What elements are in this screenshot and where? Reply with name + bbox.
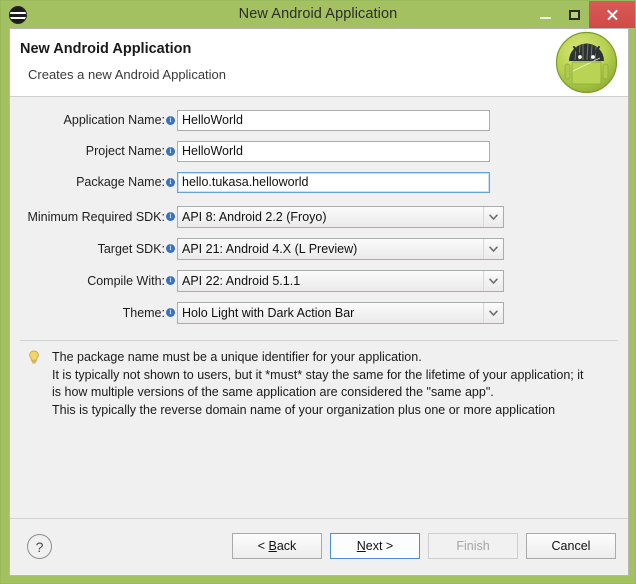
info-icon[interactable] <box>166 210 175 221</box>
chevron-down-icon <box>483 238 503 259</box>
hint-separator <box>20 340 618 341</box>
target-sdk-value: API 21: Android 4.X (L Preview) <box>182 241 358 256</box>
window-controls <box>531 1 635 28</box>
project-name-label: Project Name: <box>85 144 165 158</box>
info-icon[interactable] <box>166 145 175 156</box>
minimize-button[interactable] <box>531 1 560 28</box>
compile-with-value: API 22: Android 5.1.1 <box>182 273 301 288</box>
info-icon[interactable] <box>166 274 175 285</box>
theme-dropdown[interactable]: Holo Light with Dark Action Bar <box>177 301 504 324</box>
new-android-application-window: New Android Application New Android Appl… <box>0 0 636 584</box>
close-icon <box>606 9 618 21</box>
android-robot-icon <box>555 31 618 94</box>
eclipse-icon <box>9 5 27 24</box>
compile-with-dropdown[interactable]: API 22: Android 5.1.1 <box>177 269 504 292</box>
lightbulb-icon <box>28 350 40 365</box>
field-row-package-name: Package Name: <box>10 171 628 193</box>
chevron-down-icon <box>483 270 503 291</box>
field-row-application-name: Application Name: <box>10 109 628 131</box>
chevron-down-icon <box>483 302 503 323</box>
next-button[interactable]: Next > <box>330 533 420 559</box>
field-row-project-name: Project Name: <box>10 140 628 162</box>
page-subtitle: Creates a new Android Application <box>28 67 227 82</box>
package-name-label: Package Name: <box>76 175 165 189</box>
info-icon[interactable] <box>166 306 175 317</box>
form-area: Application Name: Project Name: Package … <box>10 97 628 324</box>
field-row-theme: Theme: Holo Light with Dark Action Bar <box>10 301 628 324</box>
page-title: New Android Application <box>20 41 192 57</box>
theme-value: Holo Light with Dark Action Bar <box>182 305 355 320</box>
target-sdk-label: Target SDK: <box>97 241 165 256</box>
maximize-icon <box>569 9 580 20</box>
project-name-input[interactable] <box>177 140 490 162</box>
minimize-icon <box>540 16 551 19</box>
hint-line: The package name must be a unique identi… <box>52 350 422 364</box>
wizard-header: New Android Application Creates a new An… <box>10 29 628 97</box>
close-button[interactable] <box>589 1 635 28</box>
minimum-required-sdk-label: Minimum Required SDK: <box>27 209 165 224</box>
field-row-target-sdk: Target SDK: API 21: Android 4.X (L Previ… <box>10 237 628 260</box>
field-row-minimum-required-sdk: Minimum Required SDK: API 8: Android 2.2… <box>10 205 628 228</box>
finish-button: Finish <box>428 533 518 559</box>
package-name-input[interactable] <box>177 171 490 193</box>
cancel-button[interactable]: Cancel <box>526 533 616 559</box>
info-icon[interactable] <box>166 242 175 253</box>
theme-label: Theme: <box>122 305 165 320</box>
info-icon[interactable] <box>166 176 175 187</box>
application-name-label: Application Name: <box>63 113 165 127</box>
chevron-down-icon <box>483 206 503 227</box>
dialog-body: New Android Application Creates a new An… <box>9 28 629 576</box>
hint-line: is how multiple versions of the same app… <box>52 385 494 399</box>
back-button[interactable]: < Back <box>232 533 322 559</box>
hint-line: This is typically the reverse domain nam… <box>52 402 556 417</box>
maximize-button[interactable] <box>560 1 589 28</box>
next-accel: N <box>356 539 366 553</box>
minimum-required-sdk-dropdown[interactable]: API 8: Android 2.2 (Froyo) <box>177 205 504 228</box>
compile-with-label: Compile With: <box>87 273 165 288</box>
info-icon[interactable] <box>166 114 175 125</box>
minimum-required-sdk-value: API 8: Android 2.2 (Froyo) <box>182 209 327 224</box>
target-sdk-dropdown[interactable]: API 21: Android 4.X (L Preview) <box>177 237 504 260</box>
application-name-input[interactable] <box>177 109 490 131</box>
button-group: < Back Next > Finish Cancel <box>232 533 616 559</box>
hint-panel: The package name must be a unique identi… <box>10 349 628 419</box>
back-accel: B <box>268 539 277 553</box>
help-button[interactable]: ? <box>27 534 52 559</box>
footer-bar: ? < Back Next > Finish Cancel <box>10 519 628 575</box>
title-bar: New Android Application <box>1 1 635 28</box>
hint-line: It is typically not shown to users, but … <box>52 367 584 382</box>
field-row-compile-with: Compile With: API 22: Android 5.1.1 <box>10 269 628 292</box>
